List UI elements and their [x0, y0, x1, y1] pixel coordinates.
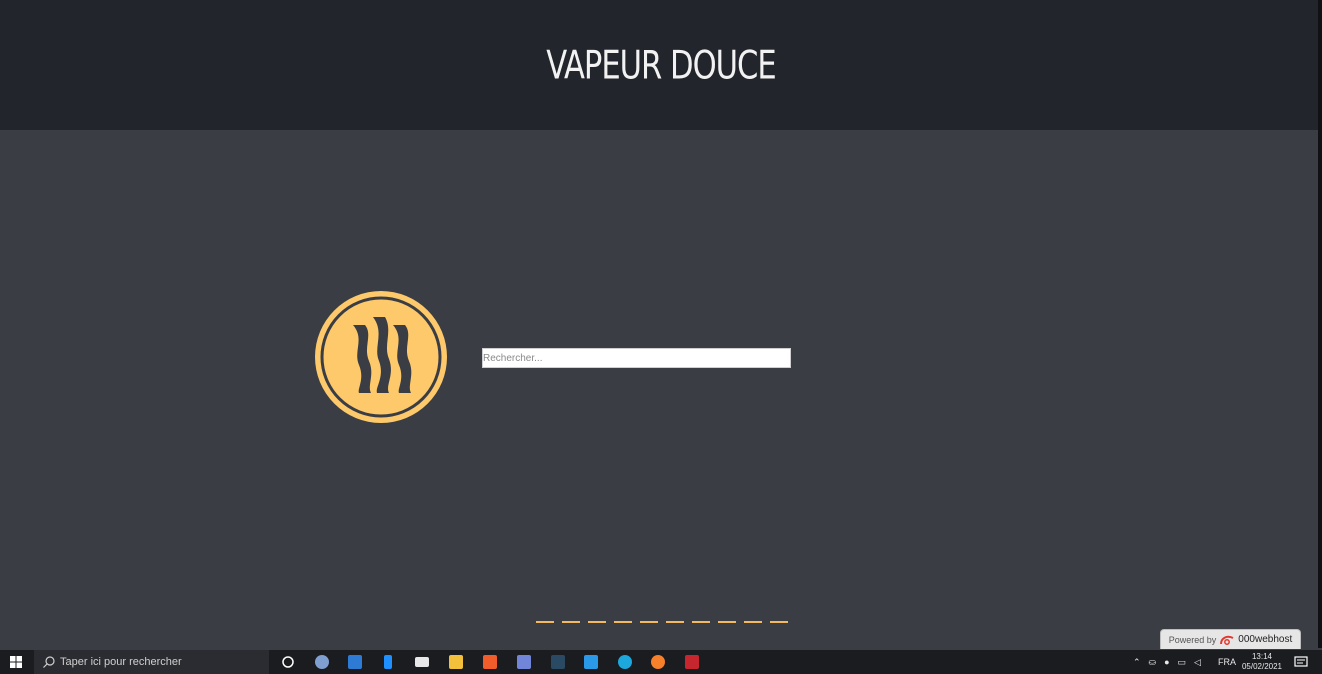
- loading-dash: [718, 621, 736, 623]
- microphone-icon[interactable]: ●: [1164, 657, 1169, 667]
- powered-by-label: Powered by: [1168, 634, 1217, 645]
- loading-dash: [588, 621, 606, 623]
- display-icon[interactable]: ▭: [1178, 657, 1187, 668]
- notifications-icon[interactable]: [1294, 655, 1308, 669]
- volume-icon[interactable]: ◁: [1194, 657, 1201, 668]
- clock-date: 05/02/2021: [1241, 662, 1283, 671]
- webhost-logo-icon: [1220, 635, 1234, 645]
- site-title: VAPEUR DOUCE: [546, 43, 777, 89]
- taskbar-search-box[interactable]: Taper ici pour rechercher: [34, 650, 269, 674]
- mail-icon[interactable]: [348, 655, 362, 669]
- clock[interactable]: 13:14 05/02/2021: [1240, 652, 1284, 672]
- search-input[interactable]: [482, 348, 791, 368]
- loading-dash: [640, 621, 658, 623]
- monitor-icon[interactable]: [415, 657, 429, 667]
- loading-dash: [562, 621, 580, 623]
- vscode-icon[interactable]: [584, 655, 598, 669]
- brave-icon[interactable]: [483, 655, 497, 669]
- chevron-up-icon[interactable]: ⌃: [1133, 657, 1141, 668]
- powered-by-badge[interactable]: Powered by 000webhost: [1160, 629, 1301, 649]
- notes-icon[interactable]: [384, 655, 392, 669]
- site-logo: [315, 291, 447, 423]
- file-explorer-icon[interactable]: [449, 655, 463, 669]
- loading-dash: [770, 621, 788, 623]
- app-icon[interactable]: [551, 655, 565, 669]
- taskbar: Taper ici pour rechercher ⌃ ⛀ ● ▭ ◁ FRA …: [0, 650, 1322, 674]
- windows-start-icon[interactable]: [10, 656, 22, 668]
- loading-dash: [536, 621, 554, 623]
- filezilla-icon[interactable]: [685, 655, 699, 669]
- firefox-icon[interactable]: [651, 655, 665, 669]
- loading-indicator: [536, 621, 788, 623]
- search-icon: [43, 656, 55, 668]
- edge-icon[interactable]: [618, 655, 632, 669]
- network-icon[interactable]: ⛀: [1149, 657, 1157, 668]
- window-edge: [1318, 0, 1322, 648]
- language-indicator[interactable]: FRA: [1218, 650, 1236, 674]
- clock-time: 13:14: [1251, 652, 1273, 661]
- webhost-brand: 000webhost: [1238, 634, 1293, 645]
- cortana-icon[interactable]: [281, 655, 295, 669]
- discord-icon[interactable]: [517, 655, 531, 669]
- site-header: VAPEUR DOUCE: [0, 0, 1322, 130]
- taskbar-search-placeholder: Taper ici pour rechercher: [60, 656, 182, 668]
- loading-dash: [614, 621, 632, 623]
- paint-icon[interactable]: [315, 655, 329, 669]
- tray-icons: ⌃ ⛀ ● ▭ ◁: [1133, 650, 1201, 674]
- loading-dash: [666, 621, 684, 623]
- loading-dash: [692, 621, 710, 623]
- loading-dash: [744, 621, 762, 623]
